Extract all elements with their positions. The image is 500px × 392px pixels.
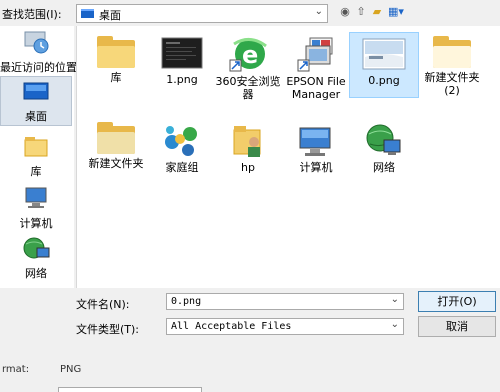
file-name: 新建文件夹 [88,157,144,170]
libraries-icon [24,137,48,157]
file-name: 网络 [373,161,395,174]
epson-shortcut-icon [297,37,333,72]
sidebar-item-label: 桌面 [25,110,47,123]
file-name: 360安全浏览器 [215,75,281,101]
sidebar-item-computer[interactable]: 计算机 [0,184,72,231]
sidebar-item-label: 最近访问的位置 [0,61,77,74]
format-label: rmat: [2,364,30,375]
sidebar-item-label: 库 [30,165,42,178]
file-item-1png[interactable]: 1.png [147,36,217,86]
filetype-value: All Acceptable Files [171,321,292,332]
svg-text:e: e [242,41,258,69]
computer-icon [299,127,331,156]
cancel-button[interactable]: 取消 [418,316,496,337]
filename-value: 0.png [171,296,202,307]
file-name: 新建文件夹 (2) [424,71,480,97]
dialog-footer: 文件名(N): 0.png ⌄ 打开(O) 文件类型(T): All Accep… [0,288,500,392]
look-in-label: 查找范围(I): [2,8,62,21]
file-name: 家庭组 [165,161,199,174]
recent-places-icon [24,31,49,54]
file-item-network[interactable]: 网络 [349,122,419,174]
file-name: 0.png [368,74,400,87]
file-item-library[interactable]: 库 [81,36,151,84]
folder-icon [97,122,135,154]
browser-shortcut-icon: e [229,38,267,72]
image-icon [161,37,203,69]
file-name: 库 [110,71,122,84]
chevron-down-icon[interactable]: ⌄ [391,294,399,305]
option-field-partial[interactable] [58,387,202,392]
file-item-0png[interactable]: 0.png [349,32,419,98]
desktop-small-icon [81,9,94,18]
sidebar-item-label: 网络 [25,267,47,280]
homegroup-icon [165,126,197,156]
filename-field[interactable]: 0.png ⌄ [166,293,404,310]
sidebar-item-desktop[interactable]: 桌面 [0,76,72,126]
sidebar-item-label: 计算机 [19,217,53,230]
file-item-hp[interactable]: hp [213,122,283,174]
file-item-newfolder2[interactable]: 新建文件夹 (2) [417,36,487,97]
view-menu-icon[interactable]: ▦▾ [386,5,406,19]
sidebar-item-libraries[interactable]: 库 [0,132,72,179]
up-folder-icon[interactable]: ⇧ [354,5,368,19]
file-item-newfolder[interactable]: 新建文件夹 [81,122,151,170]
file-item-epson[interactable]: EPSON File Manager [281,36,351,101]
chevron-down-icon[interactable]: ⌄ [391,319,399,330]
new-folder-icon[interactable]: ▰ [370,5,384,19]
open-button[interactable]: 打开(O) [418,291,496,312]
file-item-homegroup[interactable]: 家庭组 [147,122,217,174]
location-value: 桌面 [99,9,121,22]
file-item-computer[interactable]: 计算机 [281,122,351,174]
file-item-360browser[interactable]: e 360安全浏览器 [213,36,283,101]
folder-icon [433,36,471,68]
chevron-down-icon[interactable]: ⌄ [315,6,323,17]
user-folder-icon [233,126,261,157]
filetype-label: 文件类型(T): [76,323,140,336]
file-list: 库 1.png e 360安全浏览器 EPSON File Manager 0.… [76,26,500,288]
file-name: 1.png [166,73,198,86]
desktop-icon [23,82,49,100]
network-icon [23,237,50,259]
format-value: PNG [60,364,82,375]
image-icon [362,38,406,70]
sidebar-item-network[interactable]: 网络 [0,234,72,281]
sidebar-item-recent[interactable]: 最近访问的位置 [0,28,77,75]
filetype-select[interactable]: All Acceptable Files ⌄ [166,318,404,335]
places-sidebar: 最近访问的位置 桌面 库 计算机 网络 [0,26,77,288]
folder-icon [97,36,135,68]
computer-icon [25,187,47,208]
filename-label: 文件名(N): [76,298,130,311]
back-icon[interactable]: ◉ [338,5,352,19]
location-combo[interactable]: 桌面 ⌄ [76,4,328,23]
file-name: 计算机 [299,161,333,174]
network-icon [366,124,401,155]
file-name: EPSON File Manager [286,75,346,101]
file-name: hp [241,161,255,174]
location-bar: 查找范围(I): 桌面 ⌄ ◉ ⇧ ▰ ▦▾ [0,0,500,26]
